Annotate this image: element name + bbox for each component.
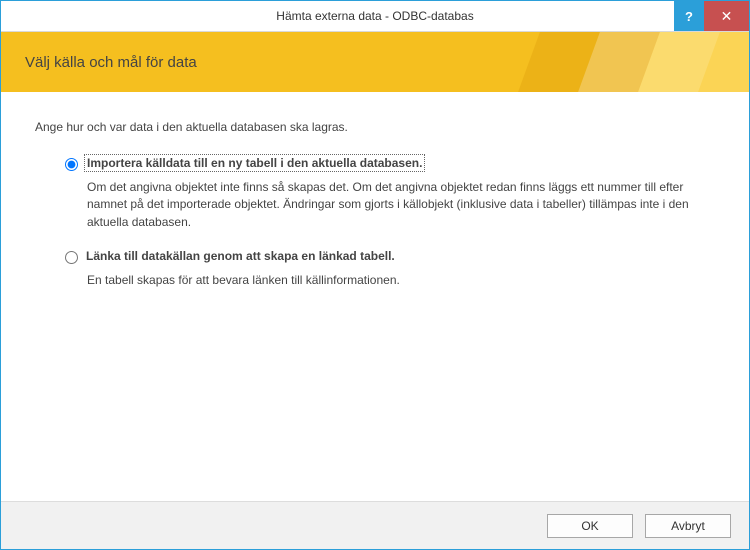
option-import-label: Importera källdata till en ny tabell i d…: [86, 156, 423, 170]
ok-button[interactable]: OK: [547, 514, 633, 538]
intro-text: Ange hur och var data i den aktuella dat…: [35, 120, 715, 134]
close-button[interactable]: ✕: [704, 1, 749, 31]
banner-decor-icon: [519, 32, 749, 92]
option-link-label: Länka till datakällan genom att skapa en…: [86, 249, 395, 263]
help-button[interactable]: ?: [674, 1, 704, 31]
titlebar: Hämta externa data - ODBC-databas ? ✕: [1, 1, 749, 32]
content-area: Ange hur och var data i den aktuella dat…: [1, 92, 749, 501]
window-controls: ? ✕: [674, 1, 749, 31]
close-icon: ✕: [721, 8, 733, 25]
cancel-button[interactable]: Avbryt: [645, 514, 731, 538]
option-link-radio[interactable]: [65, 251, 78, 264]
dialog-footer: OK Avbryt: [1, 501, 749, 549]
help-icon: ?: [685, 9, 693, 24]
option-import-radio[interactable]: [65, 158, 78, 171]
option-import[interactable]: Importera källdata till en ny tabell i d…: [35, 156, 715, 171]
dialog-window: Hämta externa data - ODBC-databas ? ✕ Vä…: [0, 0, 750, 550]
page-title: Välj källa och mål för data: [25, 54, 197, 71]
window-title: Hämta externa data - ODBC-databas: [1, 1, 749, 31]
header-banner: Välj källa och mål för data: [1, 32, 749, 92]
option-link[interactable]: Länka till datakällan genom att skapa en…: [35, 249, 715, 264]
option-import-description: Om det angivna objektet inte finns så sk…: [35, 175, 715, 249]
option-link-description: En tabell skapas för att bevara länken t…: [35, 268, 715, 307]
